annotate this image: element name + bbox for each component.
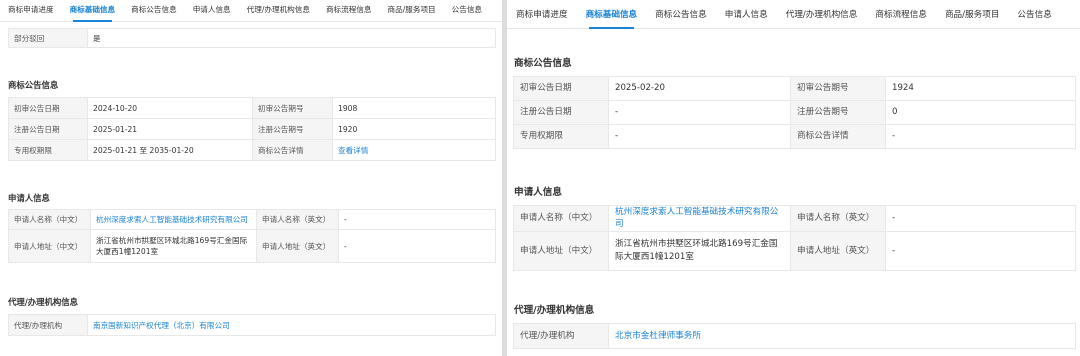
field-label: 注册公告日期 (8, 118, 88, 140)
field-value: 0 (885, 100, 1076, 125)
field-value: 2025-01-21 (87, 118, 253, 140)
field-value: 2025-02-20 (608, 76, 791, 101)
table-row: 申请人地址（中文） 浙江省杭州市拱墅区环城北路169号汇金国际大厦西1幢1201… (513, 230, 1076, 271)
announcement-table: 初审公告日期 2024-10-20 初审公告期号 1908 注册公告日期 202… (8, 97, 496, 161)
tab-goods-services[interactable]: 商品/服务项目 (380, 4, 444, 21)
field-value: 1908 (332, 97, 496, 119)
applicant-table: 申请人名称（中文） 杭州深度求索人工智能基础技术研究有限公司 申请人名称（英文）… (513, 205, 1076, 271)
field-label: 初审公告日期 (513, 76, 609, 101)
field-label: 申请人名称（英文） (790, 205, 886, 232)
table-row: 部分驳回 是 (8, 28, 496, 48)
tab-application-progress[interactable]: 商标申请进度 (0, 4, 62, 21)
section-title-applicant: 申请人信息 (514, 187, 562, 198)
field-label: 注册公告日期 (513, 100, 609, 125)
view-details-link[interactable]: 查看详情 (338, 146, 368, 155)
field-value: 浙江省杭州市拱墅区环城北路169号汇金国际大厦西1幢1201室 (90, 229, 257, 263)
field-value: 2025-01-21 至 2035-01-20 (87, 139, 253, 161)
tab-process-info[interactable]: 商标流程信息 (318, 4, 380, 21)
table-row: 初审公告日期 2025-02-20 初审公告期号 1924 (513, 76, 1076, 101)
table-row: 代理/办理机构 北京市金杜律师事务所 (513, 323, 1076, 349)
section-title-agency: 代理/办理机构信息 (514, 305, 595, 316)
agency-table: 代理/办理机构 北京市金杜律师事务所 (513, 323, 1076, 349)
field-label: 申请人名称（英文） (256, 209, 339, 230)
tab-basic-info[interactable]: 商标基础信息 (577, 8, 647, 29)
right-trademark-panel: 商标申请进度 商标基础信息 商标公告信息 申请人信息 代理/办理机构信息 商标流… (507, 0, 1080, 356)
right-tab-bar: 商标申请进度 商标基础信息 商标公告信息 申请人信息 代理/办理机构信息 商标流… (507, 0, 1080, 29)
tab-applicant-info[interactable]: 申请人信息 (185, 4, 239, 21)
field-label: 专用权期限 (8, 139, 88, 161)
table-row: 专用权期限 - 商标公告详情 - (513, 124, 1076, 149)
applicant-name-link[interactable]: 杭州深度求索人工智能基础技术研究有限公司 (96, 215, 248, 224)
field-label: 申请人地址（英文） (790, 230, 886, 271)
field-label: 申请人地址（英文） (256, 229, 339, 263)
field-label: 注册公告期号 (790, 100, 886, 125)
field-value: 是 (87, 28, 496, 48)
field-label: 申请人名称（中文） (513, 205, 609, 232)
applicant-table: 申请人名称（中文） 杭州深度求索人工智能基础技术研究有限公司 申请人名称（英文）… (8, 209, 496, 263)
section-title-agency: 代理/办理机构信息 (8, 297, 79, 307)
field-label: 初审公告期号 (252, 97, 333, 119)
tab-agency-info[interactable]: 代理/办理机构信息 (239, 4, 318, 21)
tab-applicant-info[interactable]: 申请人信息 (716, 8, 777, 28)
tab-announcement-info[interactable]: 商标公告信息 (646, 8, 716, 28)
field-value: 2024-10-20 (87, 97, 253, 119)
field-value: - (608, 124, 791, 149)
section-title-announcement: 商标公告信息 (8, 80, 59, 90)
agency-name-link[interactable]: 北京市金杜律师事务所 (615, 331, 701, 341)
agency-name-link[interactable]: 南京国新知识产权代理（北京）有限公司 (93, 321, 230, 330)
field-label: 注册公告期号 (252, 118, 333, 140)
announcement-table: 初审公告日期 2025-02-20 初审公告期号 1924 注册公告日期 - 注… (513, 76, 1076, 149)
table-row: 专用权期限 2025-01-21 至 2035-01-20 商标公告详情 查看详… (8, 139, 496, 161)
tab-agency-info[interactable]: 代理/办理机构信息 (777, 8, 867, 28)
section-title-applicant: 申请人信息 (8, 193, 50, 203)
field-value: 1920 (332, 118, 496, 140)
partial-reject-table: 部分驳回 是 (8, 28, 496, 48)
field-value: - (885, 230, 1076, 271)
table-row: 申请人名称（中文） 杭州深度求索人工智能基础技术研究有限公司 申请人名称（英文）… (513, 205, 1076, 232)
table-row: 注册公告日期 - 注册公告期号 0 (513, 100, 1076, 125)
field-value: 浙江省杭州市拱墅区环城北路169号汇金国际大厦西1幢1201室 (608, 230, 791, 271)
field-label: 商标公告详情 (790, 124, 886, 149)
field-label: 申请人地址（中文） (513, 230, 609, 271)
table-row: 初审公告日期 2024-10-20 初审公告期号 1908 (8, 97, 496, 119)
field-value: - (608, 100, 791, 125)
left-trademark-panel: 商标申请进度 商标基础信息 商标公告信息 申请人信息 代理/办理机构信息 商标流… (0, 0, 502, 356)
tab-process-info[interactable]: 商标流程信息 (866, 8, 936, 28)
field-value: - (885, 205, 1076, 232)
field-label: 初审公告期号 (790, 76, 886, 101)
tab-goods-services[interactable]: 商品/服务项目 (936, 8, 1008, 28)
applicant-name-link[interactable]: 杭州深度求索人工智能基础技术研究有限公司 (615, 207, 778, 229)
agency-table: 代理/办理机构 南京国新知识产权代理（北京）有限公司 (8, 314, 496, 336)
table-row: 注册公告日期 2025-01-21 注册公告期号 1920 (8, 118, 496, 140)
tab-announcement-info[interactable]: 商标公告信息 (123, 4, 185, 21)
table-row: 代理/办理机构 南京国新知识产权代理（北京）有限公司 (8, 314, 496, 336)
section-title-announcement: 商标公告信息 (514, 58, 572, 69)
field-value: 1924 (885, 76, 1076, 101)
tab-basic-info[interactable]: 商标基础信息 (62, 4, 124, 22)
field-value: - (338, 229, 496, 263)
tab-notice-info[interactable]: 公告信息 (444, 4, 490, 21)
field-value: - (338, 209, 496, 230)
field-label: 申请人名称（中文） (8, 209, 91, 230)
field-label: 部分驳回 (8, 28, 88, 48)
field-value: - (885, 124, 1076, 149)
tab-notice-info[interactable]: 公告信息 (1008, 8, 1060, 28)
tab-application-progress[interactable]: 商标申请进度 (507, 8, 577, 28)
table-row: 申请人名称（中文） 杭州深度求索人工智能基础技术研究有限公司 申请人名称（英文）… (8, 209, 496, 230)
field-label: 初审公告日期 (8, 97, 88, 119)
left-tab-bar: 商标申请进度 商标基础信息 商标公告信息 申请人信息 代理/办理机构信息 商标流… (0, 0, 502, 22)
field-label: 申请人地址（中文） (8, 229, 91, 263)
field-label: 专用权期限 (513, 124, 609, 149)
field-label: 商标公告详情 (252, 139, 333, 161)
table-row: 申请人地址（中文） 浙江省杭州市拱墅区环城北路169号汇金国际大厦西1幢1201… (8, 229, 496, 263)
field-label: 代理/办理机构 (8, 314, 88, 336)
field-label: 代理/办理机构 (513, 323, 609, 349)
